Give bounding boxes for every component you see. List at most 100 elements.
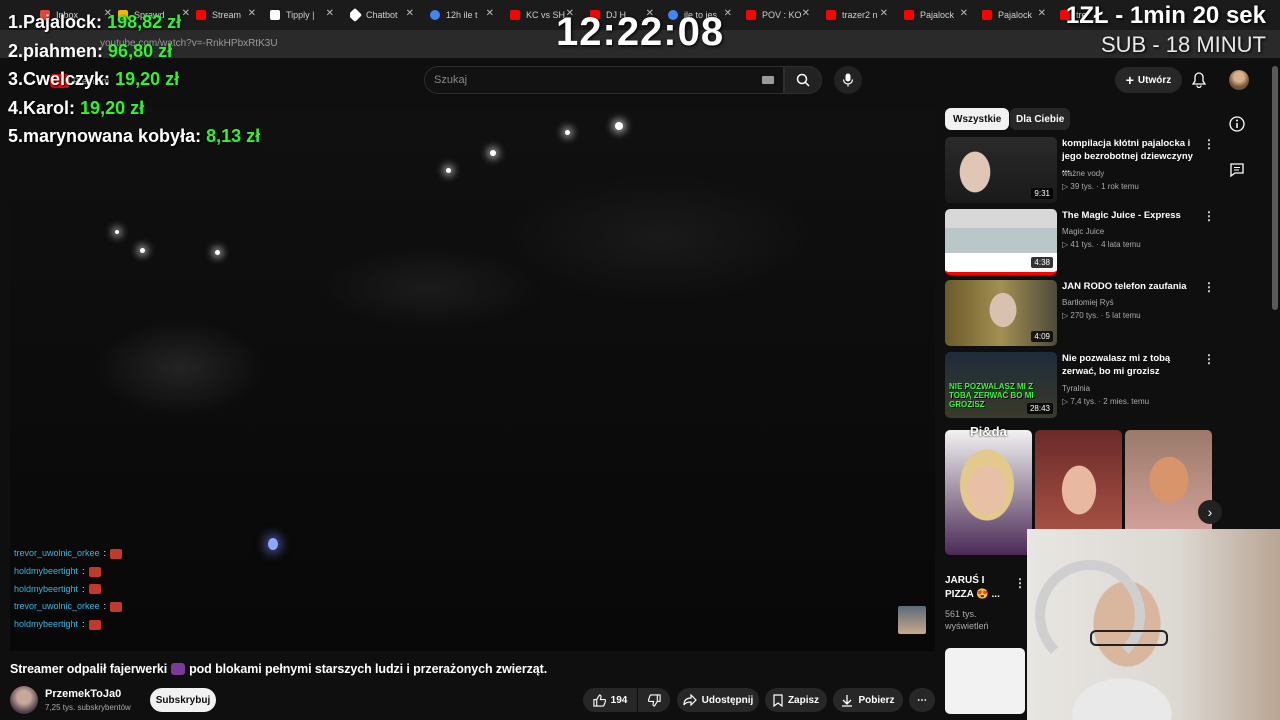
view-count: 41 tys. bbox=[1070, 240, 1094, 249]
channel-watermark[interactable] bbox=[898, 606, 926, 634]
close-tab-icon[interactable]: ✕ bbox=[724, 8, 732, 19]
recommended-video[interactable]: 9:31 kompilacja kłótni pajalocka i jego … bbox=[945, 137, 1215, 203]
page-scrollbar[interactable] bbox=[1272, 66, 1278, 310]
chat-message: holdmybeertight: bbox=[14, 563, 122, 581]
search-button[interactable] bbox=[784, 66, 822, 94]
channel-name[interactable]: ważne vody bbox=[1062, 169, 1104, 178]
create-button[interactable]: + Utwórz bbox=[1115, 67, 1182, 93]
street-light bbox=[565, 130, 570, 135]
close-tab-icon[interactable]: ✕ bbox=[406, 8, 414, 19]
chat-username: holdmybeertight bbox=[14, 583, 79, 594]
leaderboard-rank: 2. bbox=[8, 40, 24, 61]
search-input[interactable]: Szukaj bbox=[434, 74, 467, 86]
leaderboard-name: marynowana kobyła: bbox=[23, 126, 202, 146]
video-player[interactable] bbox=[10, 108, 935, 651]
leaderboard-entry: 4.Karol: 19,20 zł bbox=[8, 94, 260, 123]
video-title-start: Streamer odpalił fajerwerki bbox=[10, 662, 168, 676]
close-tab-icon[interactable]: ✕ bbox=[960, 8, 968, 19]
close-tab-icon[interactable]: ✕ bbox=[486, 8, 494, 19]
dislike-button[interactable] bbox=[638, 688, 670, 712]
tab-label: 12h ile t bbox=[446, 10, 478, 20]
street-light bbox=[446, 168, 451, 173]
more-options-icon[interactable]: ⋮ bbox=[1203, 137, 1215, 151]
chat-message: holdmybeertight: bbox=[14, 616, 122, 634]
chip-for-you[interactable]: Dla Ciebie bbox=[1010, 108, 1071, 130]
video-title[interactable]: The Magic Juice - Express bbox=[1062, 209, 1202, 222]
user-avatar[interactable] bbox=[1229, 70, 1249, 90]
street-light bbox=[215, 250, 220, 255]
like-button[interactable]: 194 bbox=[583, 688, 637, 712]
search-box[interactable] bbox=[424, 66, 784, 94]
channel-avatar[interactable] bbox=[10, 686, 38, 714]
short-thumbnail[interactable] bbox=[945, 648, 1025, 714]
street-light bbox=[268, 538, 278, 550]
info-icon[interactable] bbox=[1229, 116, 1245, 132]
view-count: 39 tys. bbox=[1070, 182, 1094, 191]
video-thumbnail[interactable]: 4:09 bbox=[945, 280, 1057, 346]
browser-tab[interactable]: POV : KO ✕ bbox=[746, 4, 810, 26]
leaderboard-amount: 96,80 zł bbox=[108, 40, 173, 61]
emote-icon bbox=[88, 566, 101, 577]
browser-tab[interactable]: Pajalock ✕ bbox=[982, 4, 1046, 26]
channel-name[interactable]: PrzemekToJa0 bbox=[45, 688, 121, 700]
like-count: 194 bbox=[610, 694, 628, 706]
chat-icon[interactable] bbox=[1229, 162, 1245, 178]
browser-tab[interactable]: Tipply | ✕ bbox=[270, 4, 334, 26]
voice-search-button[interactable] bbox=[834, 66, 862, 94]
video-meta: ▷ 7,4 tys. · 2 mies. temu bbox=[1062, 397, 1150, 406]
channel-name[interactable]: Tyralnia bbox=[1062, 384, 1090, 393]
close-tab-icon[interactable]: ✕ bbox=[802, 8, 810, 19]
chip-all[interactable]: Wszystkie bbox=[945, 108, 1010, 130]
more-options-icon[interactable]: ⋮ bbox=[1203, 209, 1215, 223]
chatbot-icon bbox=[350, 7, 363, 23]
video-thumbnail[interactable]: NIE POZWALASZ MI Z TOBĄ ZERWAĆ BO MI GRO… bbox=[945, 352, 1057, 418]
short-title[interactable]: JARUŚ I PIZZA 😍 ... bbox=[945, 574, 1015, 602]
emote-icon bbox=[110, 602, 123, 613]
upload-age: 1 rok temu bbox=[1101, 182, 1139, 191]
more-actions-button[interactable]: ⋯ bbox=[909, 688, 935, 712]
subscribe-button[interactable]: Subskrybuj bbox=[150, 688, 216, 712]
tab-label: trazer2 n bbox=[842, 10, 878, 20]
more-options-icon[interactable]: ⋮ bbox=[1014, 576, 1026, 590]
browser-tab[interactable]: Pajalock ✕ bbox=[904, 4, 968, 26]
notifications-bell-icon[interactable] bbox=[1192, 72, 1206, 88]
video-meta: ▷ 41 tys. · 4 lata temu bbox=[1062, 240, 1141, 249]
more-options-icon[interactable]: ⋮ bbox=[1203, 280, 1215, 294]
short-thumbnail[interactable] bbox=[945, 430, 1032, 555]
video-title[interactable]: JAN RODO telefon zaufania bbox=[1062, 280, 1202, 293]
tab-label: Pajalock bbox=[998, 10, 1033, 20]
side-icons bbox=[1229, 116, 1245, 178]
recommended-video[interactable]: 4:38 The Magic Juice - Express Magic Jui… bbox=[945, 209, 1215, 275]
leaderboard-entry: 5.marynowana kobyła: 8,13 zł bbox=[8, 122, 260, 151]
video-thumbnail[interactable]: 4:38 bbox=[945, 209, 1057, 275]
save-button[interactable]: Zapisz bbox=[765, 688, 827, 712]
channel-name[interactable]: Bartłomiej Ryś bbox=[1062, 298, 1114, 307]
chat-separator: : bbox=[82, 583, 85, 594]
keyboard-icon[interactable] bbox=[762, 76, 774, 84]
download-button[interactable]: Pobierz bbox=[833, 688, 903, 712]
youtube-icon bbox=[826, 10, 836, 20]
microphone-icon bbox=[842, 73, 854, 87]
browser-tab[interactable]: Chatbot ✕ bbox=[350, 4, 414, 26]
channel-name[interactable]: Magic Juice bbox=[1062, 227, 1104, 236]
recommended-video[interactable]: NIE POZWALASZ MI Z TOBĄ ZERWAĆ BO MI GRO… bbox=[945, 352, 1215, 418]
chat-message: trevor_uwolnic_orkee: bbox=[14, 598, 123, 616]
chat-message: trevor_uwolnic_orkee: bbox=[14, 545, 123, 563]
browser-tab[interactable]: 12h ile t ✕ bbox=[430, 4, 494, 26]
chat-separator: : bbox=[103, 601, 107, 612]
leaderboard-name: Karol: bbox=[23, 97, 76, 118]
more-options-icon[interactable]: ⋮ bbox=[1203, 352, 1215, 366]
close-tab-icon[interactable]: ✕ bbox=[880, 8, 888, 19]
close-tab-icon[interactable]: ✕ bbox=[1038, 8, 1046, 19]
video-duration: 4:38 bbox=[1031, 257, 1053, 268]
more-actions-icon: ⋯ bbox=[917, 694, 927, 706]
share-button[interactable]: Udostępnij bbox=[677, 688, 759, 712]
close-tab-icon[interactable]: ✕ bbox=[326, 8, 334, 19]
video-thumbnail[interactable]: 9:31 bbox=[945, 137, 1057, 203]
video-title[interactable]: Nie pozwalasz mi z tobą zerwać, bo mi gr… bbox=[1062, 352, 1202, 378]
video-title-end: pod blokami pełnymi starszych ludzi i pr… bbox=[189, 662, 548, 676]
shorts-next-button[interactable]: › bbox=[1198, 500, 1222, 524]
browser-tab[interactable]: trazer2 n ✕ bbox=[826, 4, 888, 26]
recommended-video[interactable]: 4:09 JAN RODO telefon zaufania Bartłomie… bbox=[945, 280, 1215, 346]
fireworks-emoji-icon bbox=[171, 663, 186, 675]
